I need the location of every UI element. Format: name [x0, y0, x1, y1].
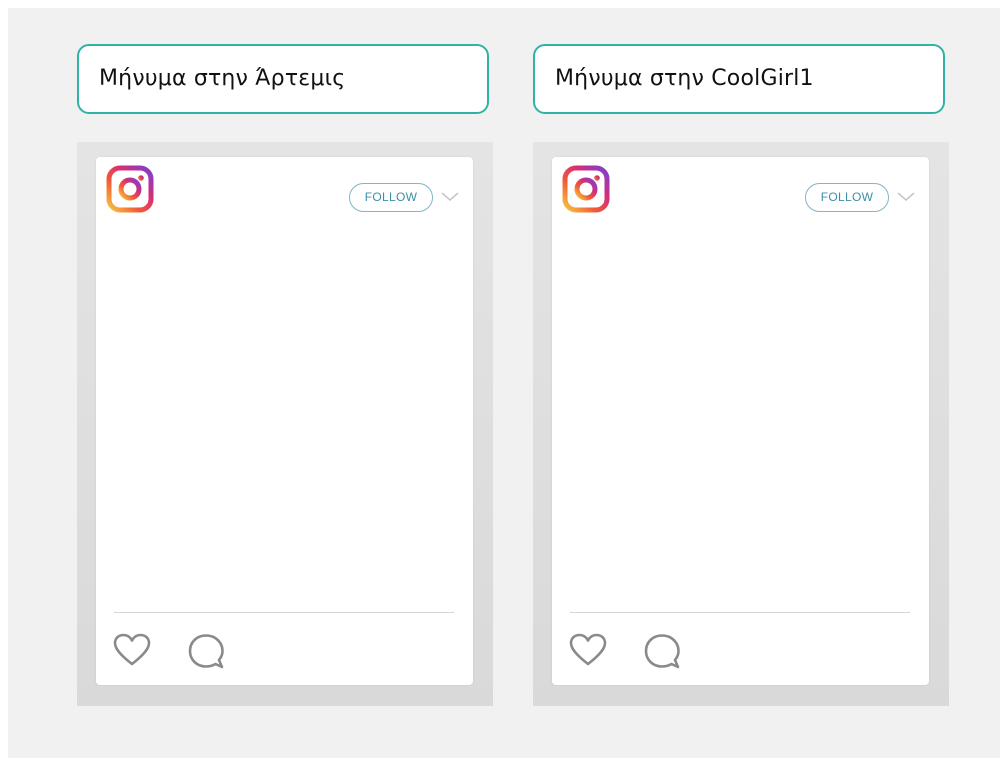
post-frame: FOLLOW — [533, 142, 949, 706]
post-column-artemis: Μήνυμα στην Άρτεμις FOLLOW — [77, 8, 493, 758]
divider — [570, 612, 910, 613]
chevron-down-icon[interactable] — [441, 192, 459, 202]
comment-icon[interactable] — [188, 633, 224, 669]
post-column-coolgirl1: Μήνυμα στην CoolGirl1 FOLLOW — [533, 8, 949, 758]
divider — [114, 612, 454, 613]
chevron-down-icon[interactable] — [897, 192, 915, 202]
message-field-coolgirl1[interactable]: Μήνυμα στην CoolGirl1 — [533, 44, 945, 114]
post-frame: FOLLOW — [77, 142, 493, 706]
instagram-logo-icon — [562, 165, 610, 213]
message-label: Μήνυμα στην Άρτεμις — [99, 66, 346, 91]
follow-button[interactable]: FOLLOW — [805, 183, 889, 212]
comment-icon[interactable] — [644, 633, 680, 669]
heart-icon[interactable] — [569, 633, 607, 667]
instagram-post-card: FOLLOW — [552, 157, 929, 685]
follow-button[interactable]: FOLLOW — [349, 183, 433, 212]
instagram-post-card: FOLLOW — [96, 157, 473, 685]
message-field-artemis[interactable]: Μήνυμα στην Άρτεμις — [77, 44, 489, 114]
worksheet-page: Μήνυμα στην Άρτεμις FOLLOW Μήνυμα στην C… — [8, 8, 1000, 758]
message-label: Μήνυμα στην CoolGirl1 — [555, 66, 814, 91]
heart-icon[interactable] — [113, 633, 151, 667]
instagram-logo-icon — [106, 165, 154, 213]
